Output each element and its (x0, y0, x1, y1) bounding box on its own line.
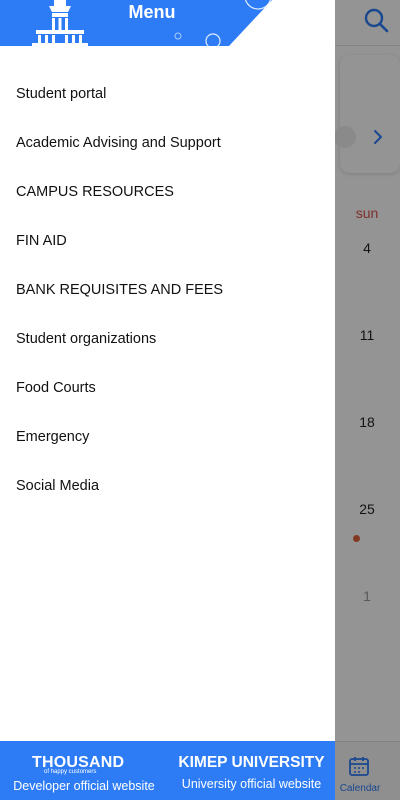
drawer-menu: Student portal Academic Advising and Sup… (0, 70, 335, 511)
menu-item-bank-requisites[interactable]: BANK REQUISITES AND FEES (0, 266, 335, 315)
university-website-label[interactable]: University official website (168, 777, 335, 791)
menu-item-fin-aid[interactable]: FIN AID (0, 217, 335, 266)
drawer-header: Menu (0, 0, 335, 46)
developer-logo-tagline: of happy customers (44, 769, 97, 775)
menu-item-student-portal[interactable]: Student portal (0, 70, 335, 119)
menu-item-campus-resources[interactable]: CAMPUS RESOURCES (0, 168, 335, 217)
menu-item-social-media[interactable]: Social Media (0, 462, 335, 511)
drawer-footer: THOUSAND of happy customers Developer of… (0, 741, 335, 800)
menu-item-food-courts[interactable]: Food Courts (0, 364, 335, 413)
menu-item-academic-advising[interactable]: Academic Advising and Support (0, 119, 335, 168)
university-building-icon (32, 0, 88, 46)
menu-item-emergency[interactable]: Emergency (0, 413, 335, 462)
developer-website-link[interactable]: THOUSAND of happy customers Developer of… (0, 741, 168, 800)
navigation-drawer: Menu Student portal Academic Advising an… (0, 0, 335, 800)
developer-website-label[interactable]: Developer official website (0, 779, 168, 793)
university-logo: KIMEP UNIVERSITY (178, 754, 325, 771)
university-website-link[interactable]: KIMEP UNIVERSITY University official web… (168, 741, 335, 800)
menu-item-student-organizations[interactable]: Student organizations (0, 315, 335, 364)
drawer-title: Menu (128, 2, 176, 22)
